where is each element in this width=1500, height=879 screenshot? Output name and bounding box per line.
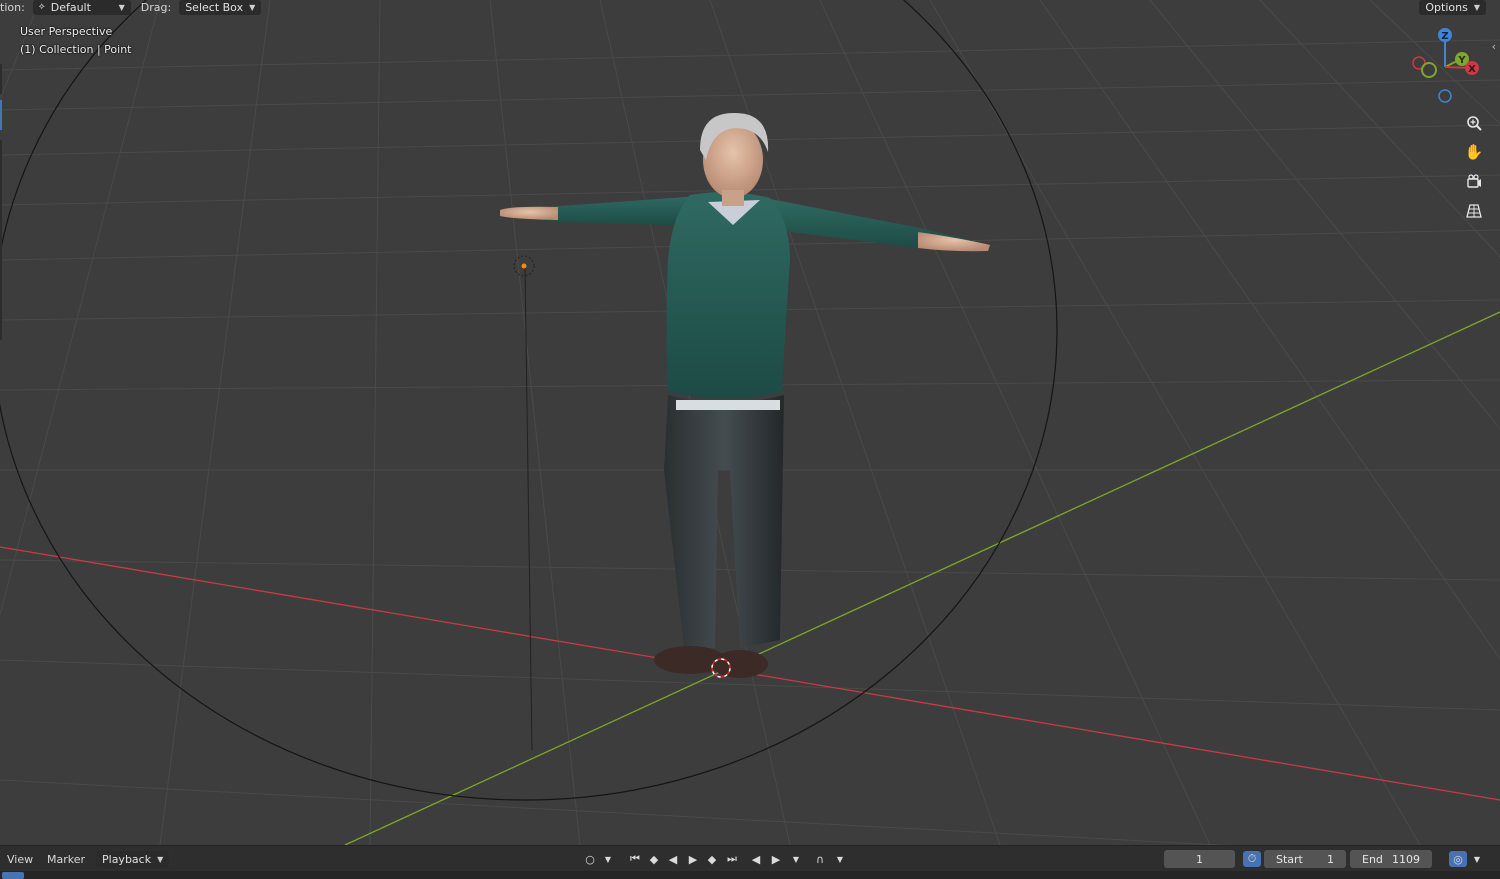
zoom-button[interactable] [1462, 111, 1486, 135]
timeline-marker-menu[interactable]: Marker [47, 846, 85, 872]
chevron-down-icon: ▼ [249, 2, 256, 12]
preview-range-clock-icon[interactable]: ⏱ [1243, 851, 1261, 867]
y-axis-line [344, 311, 1500, 845]
options-label: Options [1425, 0, 1468, 14]
y-axis-label: Y [1457, 55, 1466, 66]
x-axis-handle[interactable]: X [1465, 61, 1479, 75]
options-header: Options ▼ [1419, 0, 1486, 15]
zoom-icon [1467, 116, 1482, 131]
current-frame-value: 1 [1196, 852, 1203, 866]
snap-magnet-icon[interactable]: ∩ [812, 852, 828, 866]
end-frame-field[interactable]: End 1109 [1350, 850, 1432, 868]
transform-orientation-value: Default [50, 0, 91, 14]
orientation-label: tion: [0, 0, 25, 14]
neg-z-axis-handle[interactable] [1438, 89, 1452, 103]
timeline-view-menu[interactable]: View [7, 846, 33, 872]
chevron-down-icon[interactable]: ▼ [1469, 852, 1485, 866]
jump-end-icon[interactable]: ⏭ [724, 852, 740, 866]
playback-menu-label: Playback [102, 852, 152, 866]
z-axis-handle[interactable]: Z [1438, 28, 1452, 42]
point-light-icon[interactable] [513, 255, 535, 277]
timeline-ruler[interactable] [0, 871, 1500, 879]
transform-orientation-dropdown[interactable]: ⟡ Default ▼ [32, 0, 131, 15]
play-icon[interactable]: ▶ [685, 852, 701, 866]
camera-view-button[interactable] [1462, 170, 1486, 194]
drag-mode-value: Select Box [185, 0, 244, 14]
z-axis-label: Z [1441, 31, 1448, 42]
left-toolbar-active-edge[interactable] [0, 100, 2, 130]
start-label: Start [1276, 852, 1303, 866]
next-keyframe-icon[interactable]: ◆ [704, 852, 720, 866]
prev-marker-icon[interactable]: ◀ [748, 852, 764, 866]
light-radius-circle [0, 0, 1058, 801]
playback-dropdown[interactable]: Playback ▼ [96, 850, 170, 868]
perspective-label: User Perspective [20, 25, 113, 38]
next-marker-icon[interactable]: ▶ [768, 852, 784, 866]
current-frame-field[interactable]: 1 [1164, 850, 1235, 868]
pan-button[interactable]: ✋ [1462, 140, 1486, 164]
camera-view-icon [1467, 174, 1481, 188]
x-axis-label: X [1468, 64, 1476, 75]
viewport-header: tion: ⟡ Default ▼ Drag: Select Box ▼ [0, 0, 262, 15]
collection-label: (1) Collection | Point [20, 43, 132, 56]
character-model[interactable] [500, 112, 990, 678]
viewport-scene [0, 0, 1500, 845]
neg-y-axis-handle[interactable] [1421, 62, 1437, 78]
jump-start-icon[interactable]: ⏮ [627, 852, 643, 866]
chevron-down-icon[interactable]: ▼ [788, 852, 804, 866]
chevron-down-icon: ▼ [157, 854, 164, 864]
chevron-down-icon[interactable]: ▼ [600, 852, 616, 866]
end-label: End [1362, 852, 1383, 866]
timeline-header: View Marker Playback ▼ ○ ▼ ⏮ ◆ ◀ ▶ ◆ ⏭ ◀… [0, 845, 1500, 872]
start-frame-field[interactable]: Start 1 [1264, 850, 1346, 868]
ortho-toggle-button[interactable] [1462, 199, 1486, 223]
transform-icon: ⟡ [38, 1, 45, 12]
marker-menu-label: Marker [47, 852, 86, 866]
chevron-down-icon: ▼ [1473, 2, 1480, 12]
end-value: 1109 [1392, 852, 1420, 866]
chevron-down-icon[interactable]: ▼ [832, 852, 848, 866]
view-menu-label: View [7, 852, 34, 866]
play-reverse-icon[interactable]: ◀ [665, 852, 681, 866]
start-value: 1 [1327, 852, 1334, 866]
left-toolbar-edge-lower[interactable] [0, 140, 2, 340]
hand-pan-icon: ✋ [1464, 143, 1484, 161]
navigation-gizmo[interactable]: Z Y X [1405, 25, 1485, 110]
3d-viewport[interactable]: tion: ⟡ Default ▼ Drag: Select Box ▼ Opt… [0, 0, 1500, 845]
options-dropdown[interactable]: Options ▼ [1419, 0, 1486, 15]
drag-label: Drag: [140, 0, 172, 14]
overlay-toggle-icon[interactable]: ◎ [1449, 851, 1467, 867]
playhead-indicator[interactable] [2, 872, 24, 879]
chevron-down-icon: ▼ [118, 2, 125, 12]
timeline-playback-menu[interactable]: Playback ▼ [96, 846, 170, 872]
drag-mode-dropdown[interactable]: Select Box ▼ [179, 0, 262, 15]
prev-keyframe-icon[interactable]: ◆ [646, 852, 662, 866]
left-toolbar-edge[interactable] [0, 64, 2, 94]
auto-keying-icon[interactable]: ○ [582, 852, 598, 866]
sidebar-toggle-icon[interactable]: ‹ [1492, 40, 1496, 53]
grid-ortho-icon [1466, 204, 1482, 218]
